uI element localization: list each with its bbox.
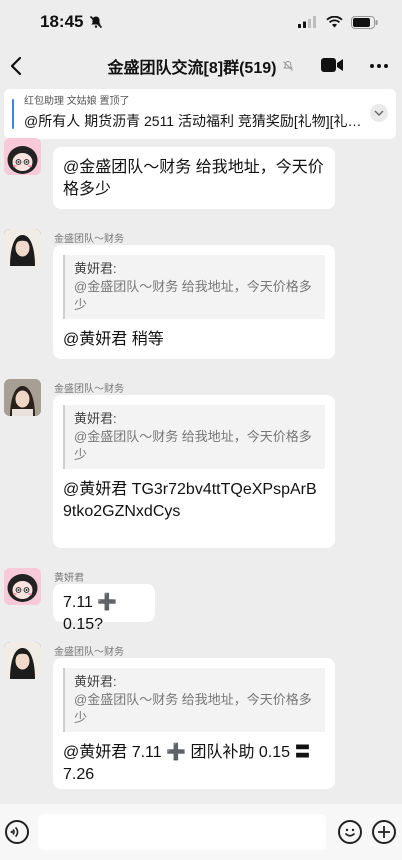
message-text: @黄妍君 7.11 ➕ 团队补助 0.15 〓 7.26 [63,744,311,783]
more-button[interactable] [370,56,388,76]
expand-pinned-button[interactable] [370,104,388,122]
input-bar [0,804,402,860]
cartoon-avatar-image [4,568,41,605]
quoted-text: @金盛团队～财务 给我地址，今天价格多少 [74,429,312,462]
quoted-text: @金盛团队～财务 给我地址，今天价格多少 [74,692,312,725]
pinned-message-banner[interactable]: 红包助理 文姑娘 置顶了 @所有人 期货沥青 2511 活动福利 竞猜奖励[礼物… [4,89,396,139]
message-bubble[interactable]: @金盛团队～财务 给我地址，今天价格多少 [53,147,335,209]
message-text: @黄妍君 稍等 [63,331,164,348]
cartoon-avatar-image [4,138,41,175]
more-actions-button[interactable] [372,820,396,844]
plus-icon [378,826,390,838]
quoted-message[interactable]: 黄妍君: @金盛团队～财务 给我地址，今天价格多少 [63,668,325,732]
battery-icon [351,15,378,29]
voice-icon [10,826,19,838]
message-text: @金盛团队～财务 给我地址，今天价格多少 [63,159,324,198]
emoji-button[interactable] [338,820,362,844]
message-text: 7.11 ➕ 0.15? [63,594,118,633]
avatar[interactable] [4,568,41,605]
quoted-text: @金盛团队～财务 给我地址，今天价格多少 [74,279,312,312]
pinned-accent-bar [12,99,14,129]
chevron-down-icon [374,110,384,116]
back-button[interactable] [4,54,28,78]
message-bubble[interactable]: 黄妍君: @金盛团队～财务 给我地址，今天价格多少 @黄妍君 稍等 [53,245,335,359]
quoted-sender: 黄妍君: [74,674,117,689]
pinned-text: @所有人 期货沥青 2511 活动福利 竞猜奖励[礼物][礼… [24,113,362,129]
sender-name: 金盛团队～财务 [54,647,124,658]
nav-bar: 金盛团队交流[8]群(519) [0,44,402,88]
sender-name: 金盛团队～财务 [54,384,124,395]
profile-photo-image [4,379,41,416]
chevron-left-icon [10,56,22,76]
sender-name: 金盛团队～财务 [54,234,124,245]
bell-muted-icon [90,15,103,29]
message-bubble[interactable]: 黄妍君: @金盛团队～财务 给我地址，今天价格多少 @黄妍君 7.11 ➕ 团队… [53,658,335,789]
status-bar: 18:45 [0,0,402,44]
voice-input-button[interactable] [5,820,29,844]
pinned-meta: 红包助理 文姑娘 置顶了 [24,96,130,107]
wifi-icon [326,16,343,28]
chat-title[interactable]: 金盛团队交流[8]群(519) [108,54,277,78]
avatar[interactable] [4,379,41,416]
bell-muted-icon [283,60,294,71]
quoted-sender: 黄妍君: [74,411,117,426]
avatar[interactable] [4,642,41,679]
profile-photo-image [4,229,41,266]
message-bubble[interactable]: 7.11 ➕ 0.15? [53,584,155,633]
video-camera-icon [321,58,343,72]
quoted-message[interactable]: 黄妍君: @金盛团队～财务 给我地址，今天价格多少 [63,405,325,469]
avatar[interactable] [4,138,41,175]
profile-photo-image [4,642,41,679]
video-call-button[interactable] [320,56,344,79]
message-input[interactable] [38,814,326,850]
emoji-icon [344,828,356,837]
message-bubble[interactable]: 黄妍君: @金盛团队～财务 给我地址，今天价格多少 @黄妍君 TG3r72bv4… [53,395,335,548]
message-text: @黄妍君 TG3r72bv4ttTQeXPspArB9tko2GZNxdCys [63,481,317,520]
cellular-signal-icon [298,16,316,28]
status-time: 18:45 [40,12,84,31]
more-dots-icon [370,64,374,68]
quoted-message[interactable]: 黄妍君: @金盛团队～财务 给我地址，今天价格多少 [63,255,325,319]
quoted-sender: 黄妍君: [74,261,117,276]
sender-name: 黄妍君 [54,573,84,584]
avatar[interactable] [4,229,41,266]
